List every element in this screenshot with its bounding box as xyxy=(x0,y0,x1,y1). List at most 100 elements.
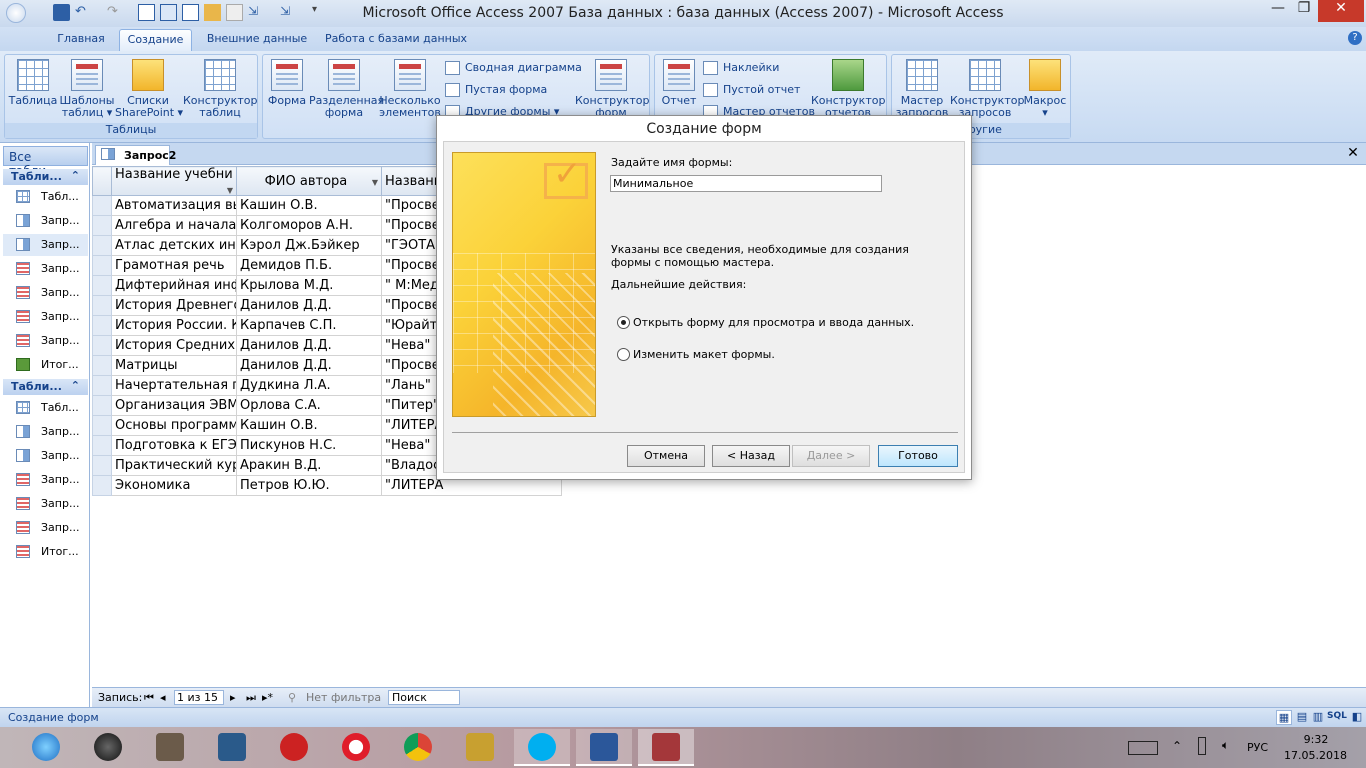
tab-home[interactable]: Главная xyxy=(50,29,112,51)
close-doc-icon[interactable]: ✕ xyxy=(1344,145,1362,163)
table-cell[interactable]: Пискунов Н.С. xyxy=(236,435,382,456)
table-templates-button[interactable]: Шаблоны таблиц ▾ xyxy=(59,59,115,119)
nav-item[interactable]: Табл... xyxy=(3,186,88,208)
blank-form-button[interactable]: Пустая форма xyxy=(445,81,547,99)
nav-item[interactable]: Запр... xyxy=(3,469,88,491)
prev-record-button[interactable]: ◂ xyxy=(160,691,166,704)
table-cell[interactable]: Дифтерийная инфе xyxy=(111,275,237,296)
table-cell[interactable]: Дудкина Л.А. xyxy=(236,375,382,396)
table-cell[interactable]: Кашин О.В. xyxy=(236,195,382,216)
row-selector[interactable] xyxy=(92,395,112,416)
table-cell[interactable]: Орлова С.А. xyxy=(236,395,382,416)
next-record-button[interactable]: ▸ xyxy=(230,691,236,704)
sql-view-icon[interactable]: SQL xyxy=(1327,711,1347,721)
split-form-button[interactable]: Разделенная форма xyxy=(309,59,384,119)
form-button[interactable]: Форма xyxy=(265,59,309,107)
tray-arrow-icon[interactable]: ⌃ xyxy=(1172,739,1182,753)
row-selector[interactable] xyxy=(92,375,112,396)
nav-item[interactable]: Табл... xyxy=(3,397,88,419)
form-designer-button[interactable]: Конструктор форм xyxy=(575,59,649,119)
column-header[interactable]: Название учебни ▼ xyxy=(111,166,237,196)
table-cell[interactable]: Демидов П.Б. xyxy=(236,255,382,276)
nav-item[interactable]: Запр... xyxy=(3,282,88,304)
tab-create[interactable]: Создание xyxy=(119,29,192,51)
tab-database-tools[interactable]: Работа с базами данных xyxy=(322,29,470,51)
nav-item[interactable]: Запр... xyxy=(3,421,88,443)
table-cell[interactable]: Начертательная ге xyxy=(111,375,237,396)
calc-taskbar-button[interactable] xyxy=(204,729,260,766)
macro-button[interactable]: Макрос ▾ xyxy=(1020,59,1070,119)
table-cell[interactable]: Грамотная речь xyxy=(111,255,237,276)
row-selector[interactable] xyxy=(92,335,112,356)
media-taskbar-button[interactable] xyxy=(452,729,508,766)
row-selector[interactable] xyxy=(92,235,112,256)
modify-layout-label[interactable]: Изменить макет формы. xyxy=(633,348,775,361)
nav-item[interactable]: Запр... xyxy=(3,306,88,328)
nav-item[interactable]: Запр... xyxy=(3,258,88,280)
last-record-button[interactable]: ⏭ xyxy=(246,691,256,705)
table-cell[interactable]: Аракин В.Д. xyxy=(236,455,382,476)
row-selector[interactable] xyxy=(92,295,112,316)
new-record-button[interactable]: ▸* xyxy=(262,691,273,704)
pivot-chart-button[interactable]: Сводная диаграмма xyxy=(445,59,582,77)
table-cell[interactable]: История России. Кр xyxy=(111,315,237,336)
row-selector[interactable] xyxy=(92,195,112,216)
row-selector[interactable] xyxy=(92,275,112,296)
keyboard-icon[interactable] xyxy=(1128,741,1158,755)
open-form-radio[interactable] xyxy=(617,316,630,329)
skype-taskbar-button[interactable] xyxy=(514,729,570,766)
design-view-icon[interactable]: ◧ xyxy=(1350,710,1364,725)
table-cell[interactable]: Кэрол Дж.Бэйкер xyxy=(236,235,382,256)
filter-icon[interactable]: ⚲ xyxy=(288,691,296,704)
help-icon[interactable]: ? xyxy=(1348,31,1362,45)
minimize-button[interactable]: — xyxy=(1266,0,1290,22)
query-wizard-button[interactable]: Мастер запросов xyxy=(894,59,950,119)
blank-report-button[interactable]: Пустой отчет xyxy=(703,81,800,99)
table-cell[interactable]: Организация ЭВМ и xyxy=(111,395,237,416)
next-button[interactable]: Далее > xyxy=(792,445,870,467)
row-selector[interactable] xyxy=(92,435,112,456)
close-button[interactable]: ✕ xyxy=(1318,0,1364,22)
tab-external-data[interactable]: Внешние данные xyxy=(202,29,312,51)
ie-taskbar-button[interactable] xyxy=(18,729,74,766)
table-cell[interactable]: Данилов Д.Д. xyxy=(236,355,382,376)
report-button[interactable]: Отчет xyxy=(657,59,701,107)
table-cell[interactable]: Колгоморов А.Н. xyxy=(236,215,382,236)
table-cell[interactable]: Данилов Д.Д. xyxy=(236,295,382,316)
nav-item[interactable]: Итог... xyxy=(3,354,88,376)
table-cell[interactable]: История Древнего xyxy=(111,295,237,316)
nav-item[interactable]: Запр... xyxy=(3,493,88,515)
table-cell[interactable]: Автоматизация выч xyxy=(111,195,237,216)
nav-item[interactable]: Запр... xyxy=(3,445,88,467)
first-record-button[interactable]: ⏮ xyxy=(144,691,154,705)
nav-pane-header[interactable]: Все табли... xyxy=(3,146,88,178)
row-selector[interactable] xyxy=(92,355,112,376)
restore-button[interactable]: ❐ xyxy=(1292,0,1316,22)
row-selector[interactable] xyxy=(92,475,112,496)
table-cell[interactable]: Алгебра и начала м xyxy=(111,215,237,236)
opera-taskbar-button[interactable] xyxy=(328,729,384,766)
nav-item[interactable]: Итог... xyxy=(3,541,88,563)
report-designer-button[interactable]: Конструктор отчетов xyxy=(811,59,885,119)
clock-date[interactable]: 17.05.2018 xyxy=(1284,749,1347,762)
column-header[interactable]: ФИО автора ▼ xyxy=(236,166,382,196)
nav-item[interactable]: Запр... xyxy=(3,234,88,256)
collapse-icon[interactable]: ⌃ xyxy=(71,169,80,182)
doc-taskbar-button[interactable] xyxy=(142,729,198,766)
access-taskbar-button[interactable] xyxy=(638,729,694,766)
row-selector[interactable] xyxy=(92,315,112,336)
record-position-field[interactable]: 1 из 15 xyxy=(174,690,224,705)
table-designer-button[interactable]: Конструктор таблиц xyxy=(183,59,257,119)
chrome-taskbar-button[interactable] xyxy=(390,729,446,766)
row-selector[interactable] xyxy=(92,455,112,476)
speaker-taskbar-button[interactable] xyxy=(80,729,136,766)
cancel-button[interactable]: Отмена xyxy=(627,445,705,467)
select-all-cell[interactable] xyxy=(92,166,112,196)
volume-icon[interactable]: 🔈︎ xyxy=(1222,738,1229,753)
nav-item[interactable]: Запр... xyxy=(3,210,88,232)
table-cell[interactable]: Матрицы xyxy=(111,355,237,376)
nav-item[interactable]: Запр... xyxy=(3,330,88,352)
table-cell[interactable]: Подготовка к ЕГЭ по xyxy=(111,435,237,456)
table-cell[interactable]: Атлас детских инфе xyxy=(111,235,237,256)
sharepoint-lists-button[interactable]: Списки SharePoint ▾ xyxy=(115,59,183,119)
